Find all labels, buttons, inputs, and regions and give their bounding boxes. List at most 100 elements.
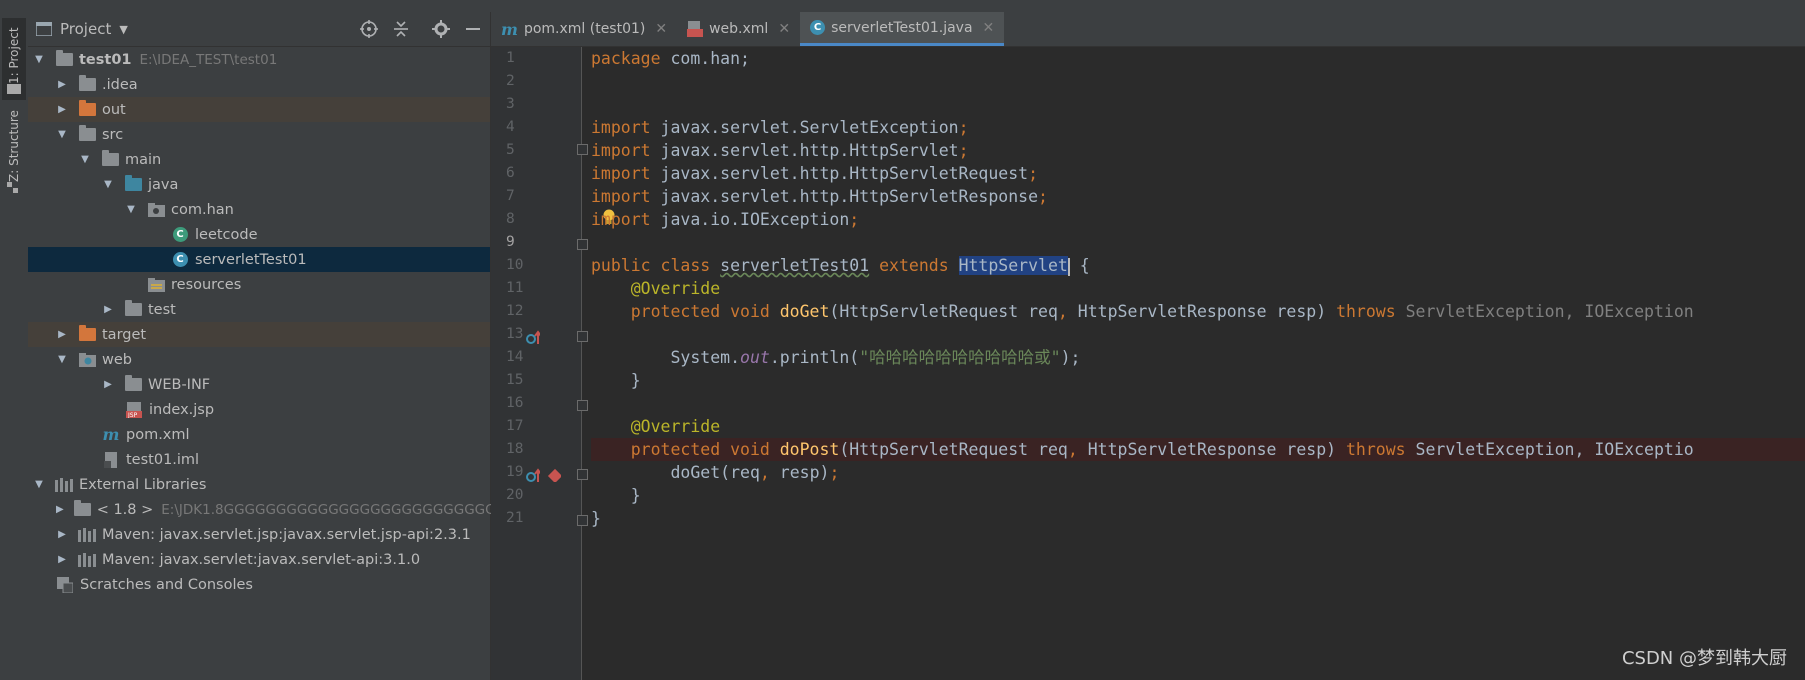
close-icon[interactable]: ✕ xyxy=(778,21,790,37)
tree-item-label: Maven: javax.servlet.jsp:javax.servlet.j… xyxy=(102,526,471,543)
tree-item-main[interactable]: ▼ main xyxy=(28,147,490,172)
tab-pom-xml[interactable]: m pom.xml (test01) ✕ xyxy=(491,12,677,46)
line-number: 21 xyxy=(491,507,581,530)
tree-item-jdk[interactable]: ▶ < 1.8 > E:\JDK1.8GGGGGGGGGGGGGGGGGGGGG… xyxy=(28,497,600,522)
expanded-arrow-icon[interactable]: ▼ xyxy=(79,154,91,166)
project-icon xyxy=(36,22,52,36)
expanded-arrow-icon[interactable]: ▼ xyxy=(33,54,45,66)
tree-item-target[interactable]: ▶ target xyxy=(28,322,490,347)
line-number-gutter: 1 2 3 4 5 6 7 8 9 10 11 12 13 14 15 16 17 18 19 20 21 xyxy=(491,47,581,680)
tree-item-test[interactable]: ▶ test xyxy=(28,297,490,322)
tree-item-label: target xyxy=(102,326,147,343)
tab-label: web.xml xyxy=(709,21,769,37)
tree-item-label: java xyxy=(148,176,179,193)
gear-icon[interactable] xyxy=(432,20,450,38)
collapsed-arrow-icon[interactable]: ▶ xyxy=(56,504,64,516)
watermark: CSDN @梦到韩大厨 xyxy=(1621,648,1787,669)
locate-icon[interactable] xyxy=(360,20,378,38)
minimize-icon[interactable] xyxy=(464,20,482,38)
tree-item-iml[interactable]: test01.iml xyxy=(28,447,490,472)
class-icon: C xyxy=(810,20,826,35)
tree-item-external-libraries[interactable]: ▼ External Libraries xyxy=(28,472,490,497)
line-number: 6 xyxy=(491,162,581,185)
web-folder-icon xyxy=(78,352,96,368)
maven-icon: m xyxy=(102,425,120,444)
line-number: 9 xyxy=(491,231,581,254)
tree-item-src[interactable]: ▼ src xyxy=(28,122,490,147)
tree-item-label: serverletTest01 xyxy=(195,251,307,268)
collapsed-arrow-icon[interactable]: ▶ xyxy=(56,529,68,541)
close-icon[interactable]: ✕ xyxy=(655,21,667,37)
tree-item-index-jsp[interactable]: JSP index.jsp xyxy=(28,397,490,422)
line-number: 16 xyxy=(491,392,581,415)
fold-marker-icon[interactable] xyxy=(577,469,588,480)
tree-item-label: test01.iml xyxy=(126,451,200,468)
override-method-icon[interactable] xyxy=(526,330,540,344)
code-editor[interactable]: 1 2 3 4 5 6 7 8 9 10 11 12 13 14 15 16 17 18 19 20 21 packag… xyxy=(491,47,1805,680)
tab-serverlettest01-java[interactable]: C serverletTest01.java ✕ xyxy=(800,12,1005,46)
tree-item-package[interactable]: ▼ com.han xyxy=(28,197,490,222)
tree-item-label: Scratches and Consoles xyxy=(80,576,253,593)
collapsed-arrow-icon[interactable]: ▶ xyxy=(56,79,68,91)
code-line-11: protected void doGet(HttpServletRequest … xyxy=(591,302,1694,321)
expanded-arrow-icon[interactable]: ▼ xyxy=(102,179,114,191)
tree-item-label: src xyxy=(102,126,124,143)
package-icon xyxy=(147,202,165,218)
collapsed-arrow-icon[interactable]: ▶ xyxy=(56,104,68,116)
tree-item-maven-servlet-api[interactable]: ▶ Maven: javax.servlet:javax.servlet-api… xyxy=(28,547,490,572)
fold-marker-icon[interactable] xyxy=(577,331,588,342)
tab-web-xml[interactable]: web.xml ✕ xyxy=(677,12,800,46)
line-number-label: 4 xyxy=(506,119,515,135)
collapsed-arrow-icon[interactable]: ▶ xyxy=(102,379,114,391)
tree-item-scratches[interactable]: Scratches and Consoles xyxy=(28,572,490,597)
line-number-label: 1 xyxy=(506,50,515,66)
tree-item-serverlettest01[interactable]: C serverletTest01 xyxy=(28,247,490,272)
tree-item-idea[interactable]: ▶ .idea xyxy=(28,72,490,97)
fold-marker-icon[interactable] xyxy=(577,144,588,155)
collapsed-arrow-icon[interactable]: ▶ xyxy=(102,304,114,316)
tree-item-leetcode[interactable]: C leetcode xyxy=(28,222,490,247)
line-number-label: 17 xyxy=(506,418,524,434)
collapsed-arrow-icon[interactable]: ▶ xyxy=(56,329,68,341)
tab-project-tool[interactable]: 1: Project xyxy=(2,18,26,100)
tree-item-test01[interactable]: ▼ test01 E:\IDEA_TEST\test01 xyxy=(28,47,490,72)
fold-marker-icon[interactable] xyxy=(577,400,588,411)
iml-file-icon xyxy=(102,451,120,468)
project-panel-title: Project xyxy=(60,20,112,38)
tree-item-java[interactable]: ▼ java xyxy=(28,172,490,197)
tab-label: pom.xml (test01) xyxy=(523,21,646,37)
line-number-label: 12 xyxy=(506,303,524,319)
tree-item-resources[interactable]: ▶ resources xyxy=(28,272,490,297)
code-line-7: import java.io.IOException; xyxy=(591,210,860,229)
tree-item-label: < 1.8 > xyxy=(96,501,154,518)
expanded-arrow-icon[interactable]: ▼ xyxy=(56,354,68,366)
tree-item-label: out xyxy=(102,101,126,118)
expanded-arrow-icon[interactable]: ▼ xyxy=(125,204,137,216)
xml-file-icon xyxy=(687,21,704,37)
tree-item-web[interactable]: ▼ web xyxy=(28,347,490,372)
collapse-all-icon[interactable] xyxy=(392,20,410,38)
tree-item-out[interactable]: ▶ out xyxy=(28,97,490,122)
code-line-17: protected void doPost(HttpServletRequest… xyxy=(591,438,1805,461)
fold-marker-icon[interactable] xyxy=(577,515,588,526)
line-number-label: 20 xyxy=(506,487,524,503)
tree-item-pom[interactable]: m pom.xml xyxy=(28,422,490,447)
tab-structure-tool[interactable]: Z: Structure xyxy=(2,110,26,196)
line-number-label: 8 xyxy=(506,211,515,227)
line-number: 1 xyxy=(491,47,581,70)
fold-marker-icon[interactable] xyxy=(577,239,588,250)
close-icon[interactable]: ✕ xyxy=(983,20,995,36)
breakpoint-icon[interactable] xyxy=(547,468,561,482)
expanded-arrow-icon[interactable]: ▼ xyxy=(33,479,45,491)
tree-item-maven-jsp-api[interactable]: ▶ Maven: javax.servlet.jsp:javax.servlet… xyxy=(28,522,490,547)
tree-item-web-inf[interactable]: ▶ WEB-INF xyxy=(28,372,490,397)
collapsed-arrow-icon[interactable]: ▶ xyxy=(56,554,68,566)
expanded-arrow-icon[interactable]: ▼ xyxy=(56,129,68,141)
class-icon: C xyxy=(171,227,189,243)
folder-icon xyxy=(124,300,142,318)
override-method-icon[interactable] xyxy=(526,468,540,482)
chevron-down-icon[interactable]: ▼ xyxy=(119,23,127,36)
line-number: 5 xyxy=(491,139,581,162)
code-line-6: import javax.servlet.http.HttpServletRes… xyxy=(591,187,1048,206)
tab-project-label: 1: Project xyxy=(7,27,21,84)
